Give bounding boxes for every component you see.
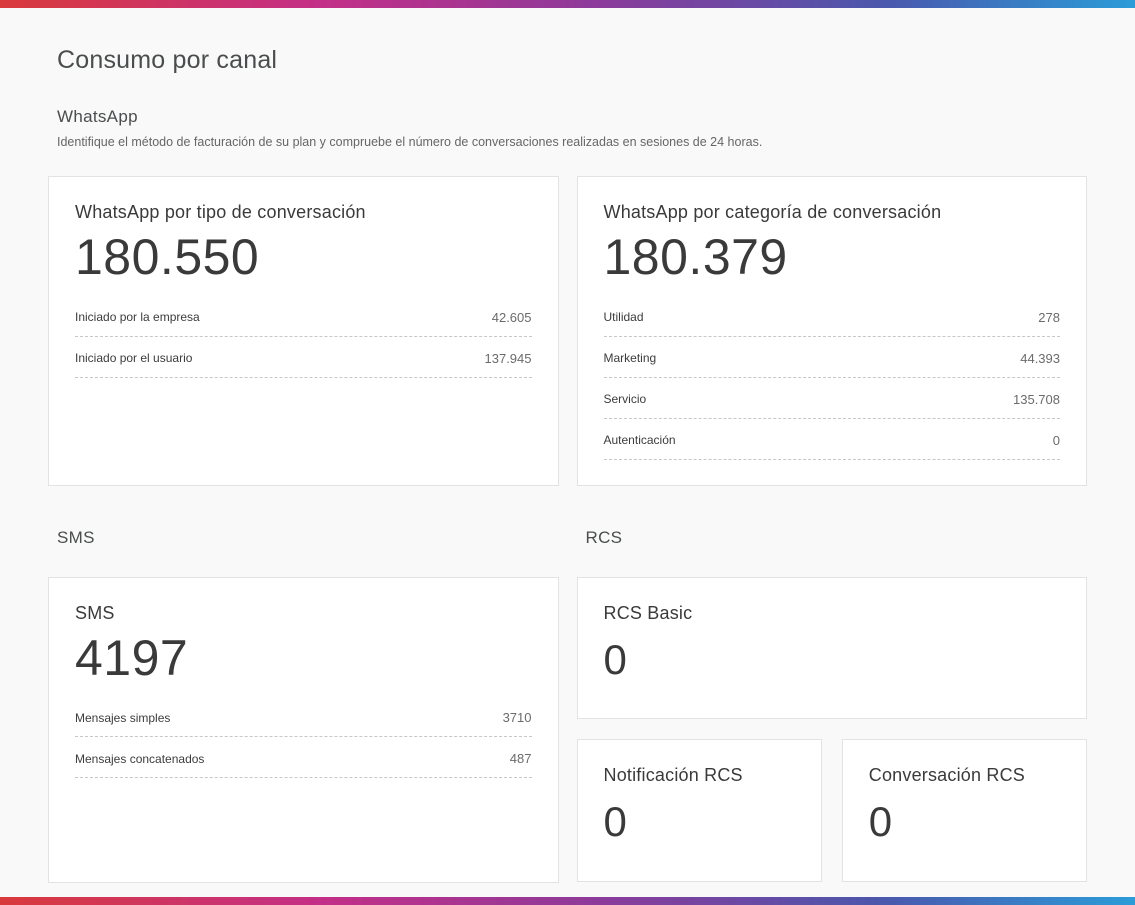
rcs-basic-card: RCS Basic 0 xyxy=(576,576,1087,719)
stat-row: Mensajes concatenados 487 xyxy=(75,737,532,778)
card-total: 4197 xyxy=(75,629,189,686)
sms-rcs-section: SMS SMS 4197 Mensajes simples 3710 Mensa… xyxy=(48,528,1087,883)
stat-row: Autenticación 0 xyxy=(603,419,1060,460)
whatsapp-by-type-card: WhatsApp por tipo de conversación 180.55… xyxy=(48,176,559,486)
stat-value: 0 xyxy=(1052,432,1060,448)
stat-row: Iniciado por la empresa 42.605 xyxy=(75,296,532,337)
stat-label: Mensajes simples xyxy=(75,710,171,725)
whatsapp-section-heading: WhatsApp xyxy=(57,107,138,126)
card-total: 180.550 xyxy=(75,229,260,285)
whatsapp-section-description: Identifique el método de facturación de … xyxy=(57,135,763,149)
sms-section: SMS SMS 4197 Mensajes simples 3710 Mensa… xyxy=(48,528,559,883)
stat-label: Iniciado por el usuario xyxy=(75,351,193,365)
rcs-section-heading: RCS xyxy=(585,527,623,547)
rcs-section: RCS RCS Basic 0 Notificación RCS 0 Conve… xyxy=(576,527,1087,883)
card-title: Conversación RCS xyxy=(868,764,1026,785)
stat-row: Utilidad 278 xyxy=(603,296,1060,337)
stat-row: Mensajes simples 3710 xyxy=(75,696,532,737)
stat-value: 135.708 xyxy=(1013,391,1060,407)
stat-value: 487 xyxy=(509,751,532,766)
card-title: Notificación RCS xyxy=(603,764,743,785)
card-title: RCS Basic xyxy=(603,602,693,623)
card-total: 180.379 xyxy=(603,229,788,285)
page-title: Consumo por canal xyxy=(57,46,278,74)
sms-card: SMS 4197 Mensajes simples 3710 Mensajes … xyxy=(48,576,559,883)
stat-label: Iniciado por la empresa xyxy=(75,310,200,324)
stat-label: Marketing xyxy=(603,351,657,365)
stat-label: Autenticación xyxy=(603,433,676,447)
card-title: WhatsApp por categoría de conversación xyxy=(603,202,942,222)
stat-value: 278 xyxy=(1038,309,1060,325)
sms-section-heading: SMS xyxy=(57,527,95,547)
stat-row: Iniciado por el usuario 137.945 xyxy=(75,337,532,378)
top-gradient-bar xyxy=(0,0,1135,8)
card-total: 0 xyxy=(603,635,628,683)
stat-row: Marketing 44.393 xyxy=(603,337,1060,378)
card-title: SMS xyxy=(75,602,115,623)
stat-row: Servicio 135.708 xyxy=(603,378,1060,419)
stat-label: Utilidad xyxy=(603,310,644,324)
card-title: WhatsApp por tipo de conversación xyxy=(75,202,366,222)
stat-label: Servicio xyxy=(603,392,647,406)
rcs-notification-card: Notificación RCS 0 xyxy=(576,738,822,882)
rcs-cards-column: RCS Basic 0 Notificación RCS 0 Conversac… xyxy=(576,576,1087,882)
stat-value: 42.605 xyxy=(491,309,532,325)
whatsapp-by-category-card: WhatsApp por categoría de conversación 1… xyxy=(576,176,1087,486)
card-total: 0 xyxy=(603,797,628,845)
stat-label: Mensajes concatenados xyxy=(75,751,205,766)
bottom-gradient-bar xyxy=(0,897,1135,905)
whatsapp-section: WhatsApp Identifique el método de factur… xyxy=(48,107,1087,486)
stat-value: 44.393 xyxy=(1020,350,1060,366)
consumption-dashboard-page: Consumo por canal WhatsApp Identifique e… xyxy=(0,0,1135,905)
main-content: Consumo por canal WhatsApp Identifique e… xyxy=(0,8,1135,897)
rcs-conversation-card: Conversación RCS 0 xyxy=(841,738,1087,882)
stat-value: 137.945 xyxy=(484,350,532,366)
rcs-small-cards-row: Notificación RCS 0 Conversación RCS 0 xyxy=(576,738,1087,882)
whatsapp-cards-row: WhatsApp por tipo de conversación 180.55… xyxy=(48,176,1087,486)
stat-value: 3710 xyxy=(502,710,532,725)
card-total: 0 xyxy=(868,797,893,845)
